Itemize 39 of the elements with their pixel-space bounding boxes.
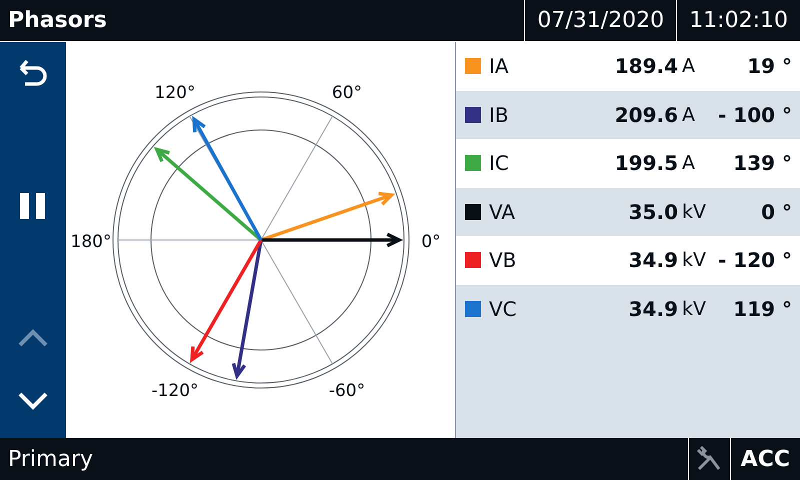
phasor-name: VB [489, 248, 518, 272]
pause-icon [20, 193, 46, 219]
phasor-name: IC [489, 151, 510, 176]
magnitude-unit: A [681, 55, 696, 78]
angle-value: - 100 ° [718, 102, 792, 127]
magnitude-unit: kV [681, 298, 708, 320]
phasor-name: VC [489, 296, 518, 321]
date-display: 07/31/2020 [524, 0, 676, 41]
angle-label: -60° [328, 380, 366, 401]
magnitude-unit: A [681, 104, 696, 126]
angle-label: 120° [154, 83, 196, 104]
magnitude-unit: kV [681, 249, 708, 272]
screen-title: Phasors [7, 7, 108, 35]
magnitude-value: 34.9 [628, 248, 678, 272]
phasor-name: IB [489, 102, 510, 127]
wrench-screwdriver-icon [696, 446, 722, 472]
angle-value: 19 ° [747, 54, 792, 78]
angle-value: 139 ° [733, 151, 792, 176]
angle-value: - 120 ° [718, 248, 792, 272]
angle-label: -120° [151, 380, 199, 401]
phasor-name: IA [489, 54, 510, 78]
angle-value: 0 ° [761, 200, 792, 224]
magnitude-value: 34.9 [628, 296, 678, 321]
time-display: 11:02:10 [676, 0, 800, 41]
magnitude-value: 199.5 [614, 151, 678, 176]
angle-value: 119 ° [733, 296, 792, 321]
chevron-down-icon [18, 392, 48, 410]
magnitude-value: 209.6 [614, 102, 678, 127]
angle-label: 180° [70, 232, 112, 252]
angle-label: 0° [421, 232, 441, 252]
magnitude-value: 35.0 [628, 200, 678, 224]
mode-label: Primary [7, 446, 94, 474]
magnitude-value: 189.4 [614, 54, 678, 78]
magnitude-unit: A [681, 152, 696, 174]
chevron-up-icon [18, 329, 48, 347]
phasor-name: VA [489, 200, 516, 224]
angle-label: 60° [332, 83, 362, 104]
accuracy-badge: ACC [730, 438, 800, 480]
magnitude-unit: kV [681, 200, 708, 223]
